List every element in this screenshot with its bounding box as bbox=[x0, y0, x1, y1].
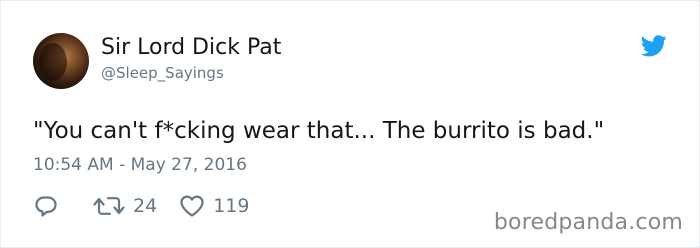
reply-icon bbox=[35, 196, 57, 217]
reply-button[interactable] bbox=[33, 194, 59, 218]
tweet-text: "You can't f*cking wear that... The burr… bbox=[33, 118, 605, 144]
twitter-bird-icon[interactable] bbox=[641, 35, 667, 57]
retweet-count: 24 bbox=[133, 195, 158, 217]
retweet-button[interactable]: 24 bbox=[93, 194, 157, 218]
watermark: boredpanda.com bbox=[493, 210, 683, 235]
heart-icon bbox=[180, 195, 204, 217]
like-button[interactable]: 119 bbox=[179, 194, 249, 218]
retweet-icon bbox=[93, 197, 125, 215]
tweet-actions: 24 119 bbox=[33, 193, 269, 219]
tweet-card: Sir Lord Dick Pat @Sleep_Sayings "You ca… bbox=[0, 0, 700, 248]
like-count: 119 bbox=[213, 195, 250, 217]
author-display-name[interactable]: Sir Lord Dick Pat bbox=[101, 35, 281, 61]
author-handle[interactable]: @Sleep_Sayings bbox=[101, 63, 224, 83]
tweet-timestamp[interactable]: 10:54 AM - May 27, 2016 bbox=[33, 153, 247, 177]
avatar[interactable] bbox=[33, 33, 89, 89]
